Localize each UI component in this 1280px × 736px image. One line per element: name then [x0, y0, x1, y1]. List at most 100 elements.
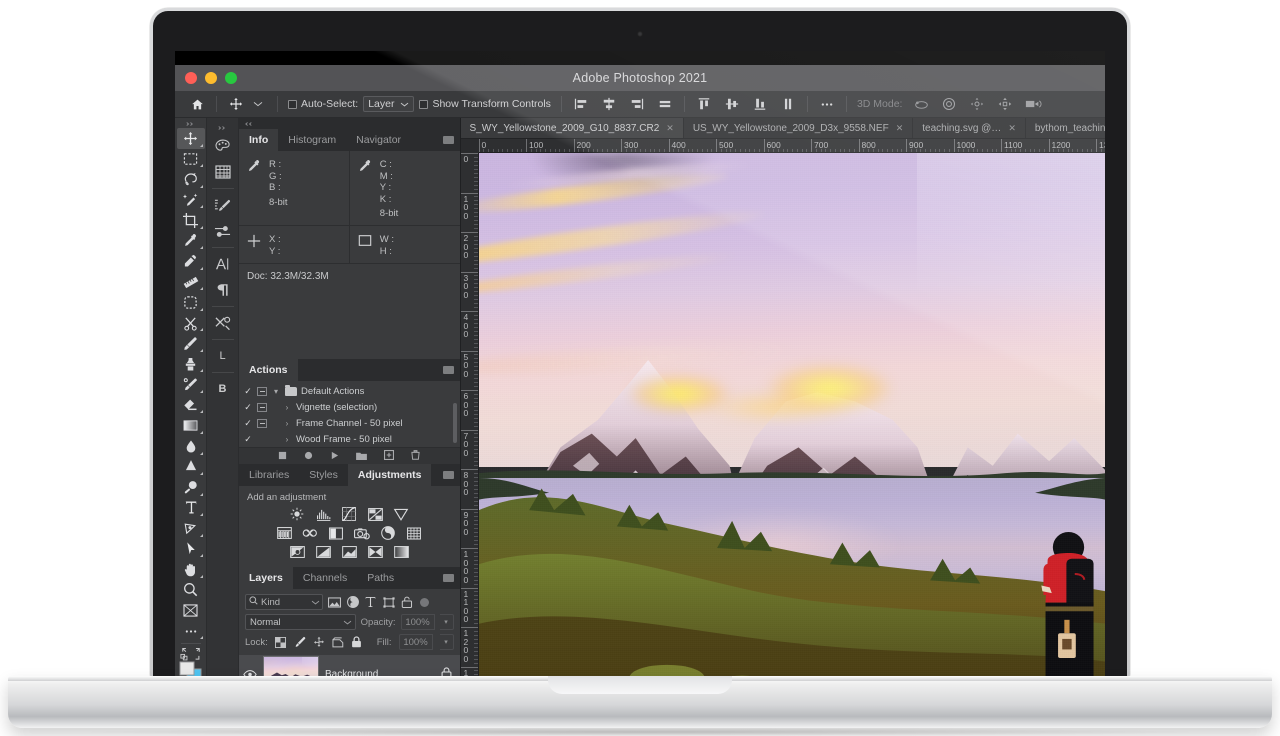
action-enabled-check[interactable]: ✓	[243, 386, 253, 397]
swatches-panel-button[interactable]	[209, 159, 237, 185]
dodge-tool[interactable]	[177, 457, 205, 478]
actions-scrollbar[interactable]	[452, 403, 457, 443]
path-selection-tool[interactable]	[177, 539, 205, 560]
record-icon[interactable]	[304, 447, 313, 465]
vertical-ruler[interactable]: 0 100 200 300 400 500 600 700 800 900 1000 1100 1200…	[460, 153, 479, 680]
tool-presets-button[interactable]	[209, 310, 237, 336]
layer-comps-button[interactable]: L	[209, 343, 237, 369]
black-white-icon[interactable]	[329, 526, 344, 540]
action-enabled-check[interactable]: ✓	[243, 402, 253, 413]
horizontal-type-tool[interactable]	[177, 498, 205, 519]
action-dialog-toggle[interactable]	[257, 402, 267, 412]
document-tab-2[interactable]: US_WY_Yellowstone_2009_D3x_9558.NEF ✕	[683, 118, 914, 138]
play-icon[interactable]	[330, 447, 339, 465]
tab-styles[interactable]: Styles	[299, 464, 348, 486]
patch-tool[interactable]	[177, 292, 205, 313]
blur-tool[interactable]	[177, 436, 205, 457]
invert-icon[interactable]	[289, 545, 305, 559]
action-row[interactable]: ✓ ▾ Default Actions	[239, 383, 460, 399]
document-image[interactable]	[478, 153, 1105, 680]
properties-panel-button[interactable]	[209, 218, 237, 244]
action-dialog-toggle[interactable]	[257, 418, 267, 428]
opacity-input[interactable]: 100%	[400, 614, 435, 630]
canvas-viewport[interactable]	[478, 153, 1105, 680]
frame-tool[interactable]	[177, 600, 205, 621]
document-tab-3[interactable]: teaching.svg @… ✕	[913, 118, 1026, 138]
show-transform-controls-checkbox[interactable]: Show Transform Controls	[414, 91, 555, 117]
home-button[interactable]	[183, 91, 211, 117]
action-dialog-toggle[interactable]	[257, 435, 267, 444]
type-layer-filter-icon[interactable]	[364, 595, 377, 609]
vibrance-icon[interactable]	[393, 507, 409, 521]
clone-stamp-tool[interactable]	[177, 354, 205, 375]
posterize-icon[interactable]	[315, 545, 331, 559]
crop-tool[interactable]	[177, 210, 205, 231]
stop-icon[interactable]	[278, 447, 287, 465]
character-panel-button[interactable]	[209, 251, 237, 277]
chevron-right-icon[interactable]: ›	[282, 403, 292, 412]
tab-channels[interactable]: Channels	[292, 567, 358, 589]
rectangular-marquee-tool[interactable]	[177, 149, 205, 170]
color-controls[interactable]	[177, 646, 205, 660]
history-brush-tool[interactable]	[177, 374, 205, 395]
lock-image-pixels-icon[interactable]	[294, 636, 306, 648]
pen-tool[interactable]	[177, 518, 205, 539]
horizontal-ruler[interactable]: 0 100 200 300 400 500 600 700 800 900 1000 1100 1200…	[478, 139, 1105, 153]
levels-icon[interactable]	[316, 507, 331, 521]
scale-3d-camera-button[interactable]	[1019, 91, 1047, 117]
delete-icon[interactable]	[411, 447, 420, 465]
toolbar-collapse-handle[interactable]	[177, 119, 205, 128]
more-options-button[interactable]	[813, 91, 841, 117]
gradient-tool[interactable]	[177, 415, 205, 436]
smart-object-filter-icon[interactable]	[400, 595, 413, 609]
hand-tool[interactable]	[177, 559, 205, 580]
tab-navigator[interactable]: Navigator	[346, 129, 412, 151]
threshold-icon[interactable]	[341, 545, 357, 559]
eyedropper-tool[interactable]	[177, 231, 205, 252]
fill-input[interactable]: 100%	[398, 634, 433, 650]
tab-actions[interactable]: Actions	[239, 359, 298, 381]
chevron-down-icon[interactable]: ▾	[271, 387, 281, 396]
maximize-window-button[interactable]	[225, 72, 237, 84]
channel-mixer-icon[interactable]	[381, 526, 396, 540]
close-icon[interactable]: ✕	[666, 123, 674, 134]
align-right-edges-button[interactable]	[623, 91, 651, 117]
panel-menu-icon[interactable]	[442, 366, 454, 374]
tab-layers[interactable]: Layers	[239, 567, 293, 589]
fill-stepper[interactable]: ▾	[439, 634, 454, 650]
eraser-tool[interactable]	[177, 395, 205, 416]
color-lookup-icon[interactable]	[407, 526, 422, 540]
new-set-icon[interactable]	[356, 447, 368, 465]
lock-position-icon[interactable]	[313, 636, 325, 648]
panel-menu-icon[interactable]	[442, 471, 454, 479]
photo-filter-icon[interactable]	[354, 526, 371, 540]
panel-strip-collapse-handle[interactable]	[209, 122, 237, 133]
close-window-button[interactable]	[185, 72, 197, 84]
lasso-tool[interactable]	[177, 169, 205, 190]
brush-settings-button[interactable]	[209, 192, 237, 218]
slide-3d-button[interactable]	[991, 91, 1019, 117]
color-panel-button[interactable]	[209, 133, 237, 159]
panel-menu-icon[interactable]	[442, 574, 454, 582]
quick-selection-tool[interactable]	[177, 190, 205, 211]
brushes-panel-button[interactable]: B	[209, 376, 237, 402]
filter-toggle-icon[interactable]	[420, 597, 429, 607]
action-enabled-check[interactable]: ✓	[243, 418, 253, 429]
chevron-right-icon[interactable]: ›	[282, 419, 292, 428]
selective-color-icon[interactable]	[367, 545, 383, 559]
pixel-layer-filter-icon[interactable]	[328, 595, 341, 609]
hue-saturation-icon[interactable]	[276, 526, 292, 540]
action-enabled-check[interactable]: ✓	[243, 434, 253, 445]
move-tool[interactable]	[176, 128, 205, 149]
roll-3d-button[interactable]	[935, 91, 963, 117]
rotate-3d-button[interactable]	[907, 91, 935, 117]
gradient-map-icon[interactable]	[393, 545, 409, 559]
align-horizontal-centers-button[interactable]	[595, 91, 623, 117]
scissors-tool[interactable]	[177, 313, 205, 334]
zoom-tool[interactable]	[177, 580, 205, 601]
auto-select-scope-dropdown[interactable]: Layer	[363, 96, 415, 112]
align-bottom-edges-button[interactable]	[746, 91, 774, 117]
document-tab-4[interactable]: bythom_teaching_poi	[1025, 118, 1105, 138]
paragraph-panel-button[interactable]	[209, 277, 237, 303]
tab-libraries[interactable]: Libraries	[239, 464, 300, 486]
